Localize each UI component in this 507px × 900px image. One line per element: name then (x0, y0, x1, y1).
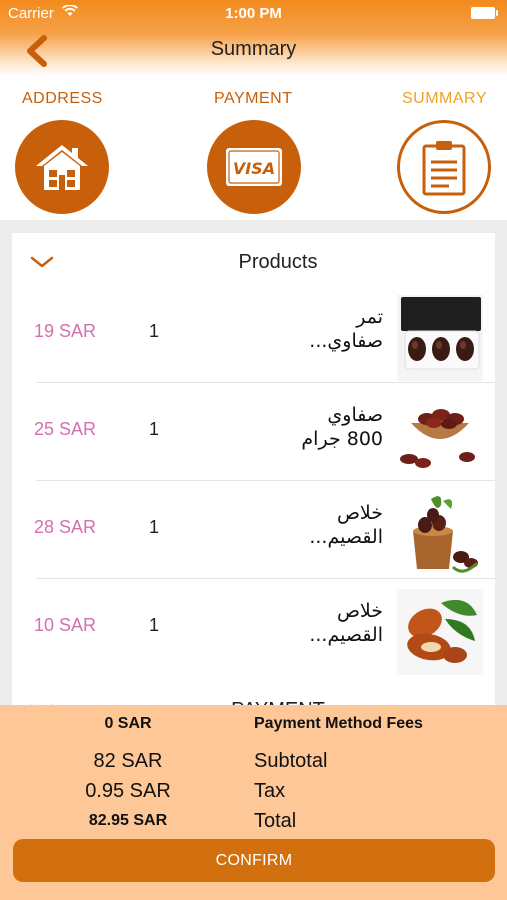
step-address-button[interactable] (15, 120, 109, 214)
product-name: صفاوي 800 جرام (213, 403, 383, 451)
svg-text:VISA: VISA (233, 159, 275, 178)
product-name-line-1: تمر (356, 306, 383, 328)
step-summary-button[interactable] (397, 120, 491, 214)
product-name-line-2: القصيم... (309, 624, 383, 646)
navigation-bar: Carrier 1:00 PM Summary (0, 0, 507, 76)
payment-fee-label: Payment Method Fees (254, 715, 423, 732)
products-section-title: Products (238, 251, 318, 273)
house-icon (36, 145, 88, 190)
product-name: خلاص القصيم... (213, 599, 383, 647)
total-label: Total (254, 810, 297, 832)
page-title: Summary (210, 38, 297, 60)
battery-icon (471, 7, 498, 19)
product-price: 28 SAR (34, 517, 97, 537)
order-card: Products 19 SAR 1 تمر صفاوي... 25 SAR 1 … (12, 233, 495, 713)
checkout-stepper: ADDRESS PAYMENT SUMMARY VISA (0, 76, 507, 220)
product-quantity: 1 (149, 419, 160, 439)
product-row[interactable]: 10 SAR 1 خلاص القصيم... (12, 579, 495, 677)
total-value: 82.95 SAR (88, 812, 168, 829)
product-price: 10 SAR (34, 615, 97, 635)
product-image (397, 589, 483, 675)
product-image (397, 491, 483, 577)
confirm-button[interactable]: CONFIRM (13, 839, 495, 882)
step-label-address: ADDRESS (22, 90, 103, 107)
product-image (397, 295, 483, 381)
products-section-header[interactable]: Products (12, 233, 495, 289)
product-name: تمر صفاوي... (213, 305, 383, 353)
product-quantity: 1 (149, 615, 160, 635)
step-label-payment: PAYMENT (214, 90, 293, 107)
product-quantity: 1 (149, 517, 160, 537)
step-label-summary: SUMMARY (402, 90, 487, 107)
clock: 1:00 PM (225, 5, 282, 22)
product-image (397, 393, 483, 479)
product-quantity: 1 (149, 321, 160, 341)
status-bar: Carrier 1:00 PM (0, 0, 507, 26)
product-name-line-2: القصيم... (309, 526, 383, 548)
product-name-line-1: خلاص (336, 600, 383, 622)
product-price: 19 SAR (34, 321, 97, 341)
product-row[interactable]: 28 SAR 1 خلاص القصيم... (12, 481, 495, 579)
product-name-line-2: صفاوي... (309, 330, 383, 352)
product-row[interactable]: 19 SAR 1 تمر صفاوي... (12, 285, 495, 383)
clipboard-icon (422, 141, 466, 196)
tax-value: 0.95 SAR (85, 780, 171, 802)
product-row[interactable]: 25 SAR 1 صفاوي 800 جرام (12, 383, 495, 481)
payment-fee-value: 0 SAR (104, 715, 152, 732)
product-name-line-1: خلاص (336, 502, 383, 524)
subtotal-value: 82 SAR (93, 750, 163, 772)
visa-card-icon: VISA (226, 148, 282, 186)
product-name-line-2: 800 جرام (301, 428, 383, 450)
subtotal-label: Subtotal (254, 750, 328, 772)
product-name: خلاص القصيم... (213, 501, 383, 549)
order-summary-panel: 0 SAR Payment Method Fees 82 SAR Subtota… (0, 705, 507, 900)
product-name-line-1: صفاوي (327, 404, 383, 426)
step-payment-button[interactable]: VISA (207, 120, 301, 214)
tax-label: Tax (254, 780, 286, 802)
product-price: 25 SAR (34, 419, 97, 439)
